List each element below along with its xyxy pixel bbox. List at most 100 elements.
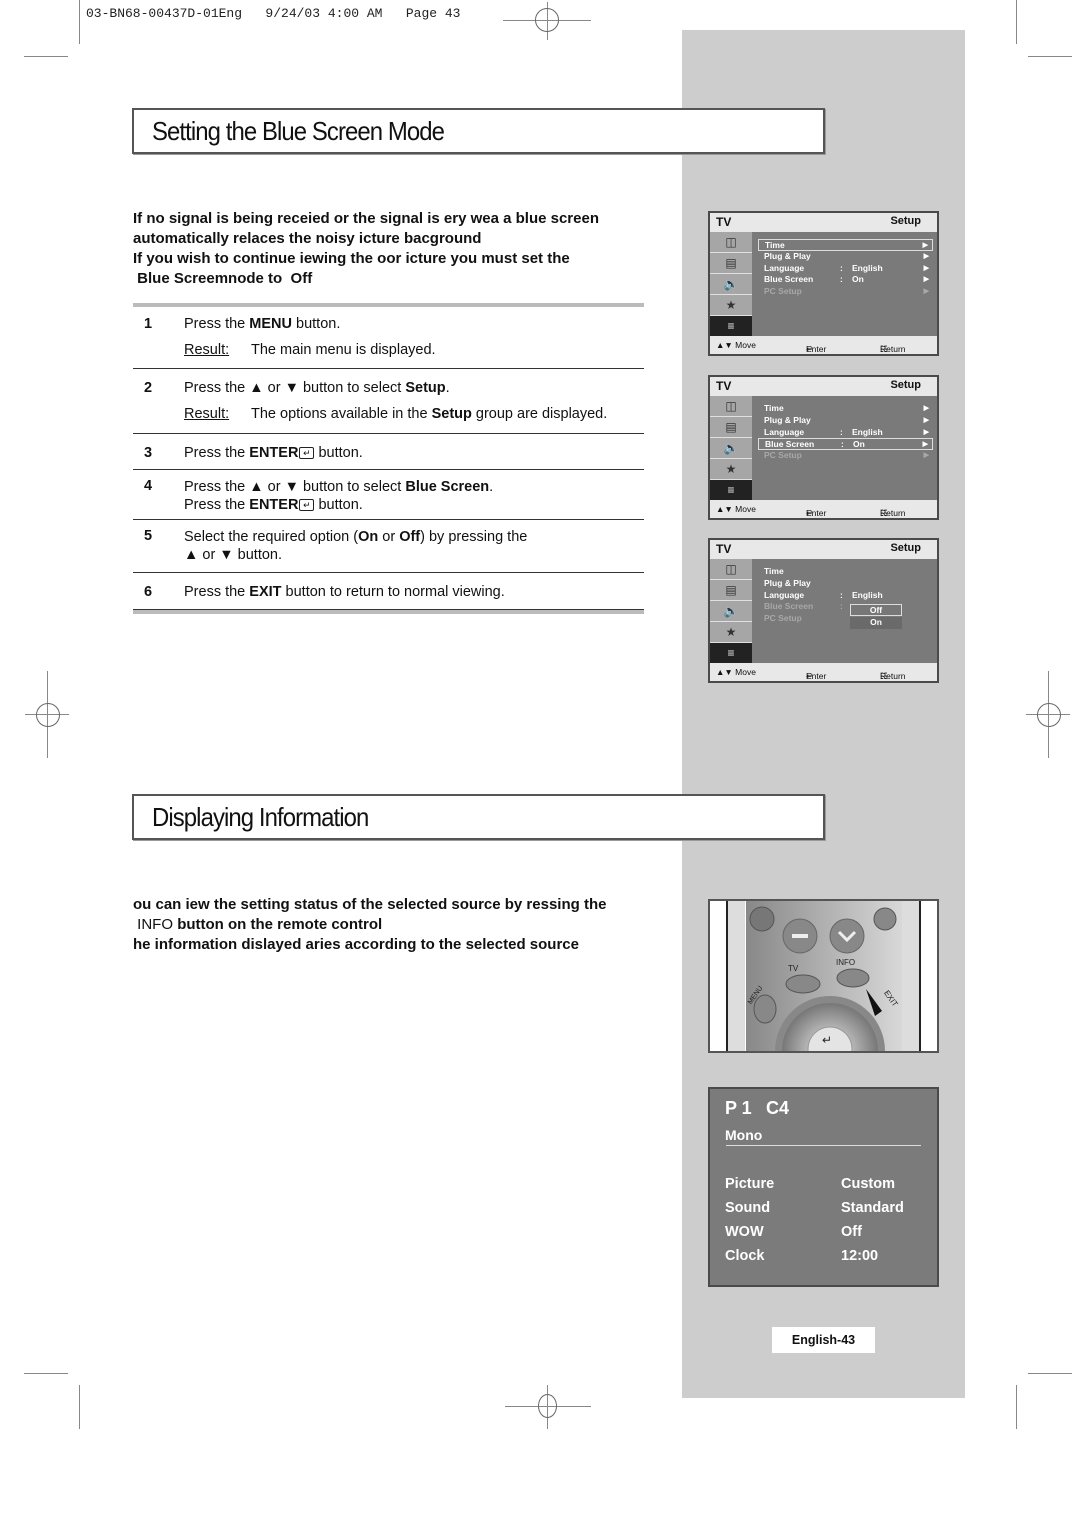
crop-mark — [1016, 1385, 1017, 1429]
arrow-right-icon: ▶ — [923, 452, 929, 460]
step-number: 4 — [144, 478, 153, 494]
info-display: P 1 C4 Mono Picture Custom Sound Standar… — [708, 1087, 939, 1287]
crop-mark — [79, 1385, 80, 1429]
osd-footer: ▲▼ Move ↵ Enter ☷ Return — [710, 336, 937, 354]
osd-item-value: English — [852, 426, 883, 437]
osd-item-pc-setup: PC Setup ▶ — [758, 450, 933, 462]
osd-item-plug-play: Plug & Play — [758, 578, 933, 590]
step: 5 Select the required option (On or Off)… — [133, 520, 644, 573]
osd-colon: : — [840, 426, 843, 437]
audio-mode: Mono — [725, 1127, 763, 1143]
osd-header: TV Setup — [710, 377, 937, 396]
enter-hint-label: Enter — [806, 671, 827, 681]
sound-icon: 🔈 — [710, 274, 752, 295]
section-title: Displaying Information — [152, 802, 369, 832]
osd-item-value: On — [853, 439, 865, 450]
result-text: The options available in the — [251, 406, 432, 422]
intro-line: automatically relaces the noisy icture b… — [133, 230, 482, 247]
enter-icon: ↵ — [299, 499, 315, 511]
mute-button — [749, 906, 775, 932]
step: 4 Press the ▲ or ▼ button to select Blue… — [133, 470, 644, 520]
steps-list: 1 Press the MENU button. Result: The main… — [133, 303, 644, 614]
return-hint-label: Return — [880, 508, 906, 518]
enter-hint-label: Enter — [806, 344, 827, 354]
section-title-box: Displaying Information — [132, 794, 825, 840]
move-hint: ▲▼ Move — [716, 340, 756, 350]
osd-item-language: Language: English — [758, 590, 933, 602]
info-label: Clock — [725, 1248, 765, 1264]
divider — [726, 1145, 921, 1146]
step-text: button. — [314, 497, 363, 513]
osd-item-label: Blue Screen — [765, 439, 815, 450]
intro-line: INFO button on the remote control — [133, 915, 693, 935]
osd-item-language: Language: English ▶ — [758, 263, 933, 275]
osd-tv-label: TV — [716, 379, 732, 393]
osd-option: Off — [850, 604, 902, 616]
osd-sidebar: ◫ ▤ 🔈 ★ ≡ — [710, 559, 752, 666]
osd-item-label: Time — [764, 566, 784, 576]
picture-icon: ▤ — [710, 580, 752, 601]
osd-item-label: PC Setup — [764, 613, 802, 624]
info-label: Picture — [725, 1176, 775, 1192]
arrow-right-icon: ▶ — [923, 288, 929, 296]
channel-number: C4 — [766, 1098, 790, 1118]
osd-item-label: Language — [764, 426, 805, 437]
enter-icon: ↵ — [822, 1033, 832, 1047]
registration-mark — [535, 8, 559, 32]
enter-icon: ↵ — [299, 447, 315, 459]
osd-colon: : — [841, 439, 844, 450]
return-hint-label: Return — [880, 344, 906, 354]
arrow-right-icon: ▶ — [923, 416, 929, 424]
osd-header: TV Setup — [710, 213, 937, 232]
osd-header: TV Setup — [710, 540, 937, 559]
result-label: Result: — [184, 406, 230, 422]
osd-item-time: Time — [758, 566, 933, 578]
osd-colon: : — [840, 262, 843, 273]
info-value: Off — [841, 1224, 862, 1240]
input-icon: ◫ — [710, 559, 752, 580]
osd-item-value: English — [852, 262, 883, 273]
intro-line-text: button on the remote control — [177, 916, 383, 933]
osd-item-plug-play: Plug & Play ▶ — [758, 415, 933, 427]
setup-icon: ≡ — [710, 643, 752, 664]
osd-item-label: PC Setup — [764, 286, 802, 297]
osd-menu: Time Plug & Play Language: English Blue S… — [758, 566, 933, 625]
osd-item-label: Time — [765, 240, 785, 250]
intro-line: ou can iew the setting status of the sel… — [133, 896, 607, 913]
step-text: Press the — [184, 445, 250, 461]
registration-mark — [36, 703, 60, 727]
step-text: ▲ or ▼ button. — [184, 547, 283, 563]
setup-icon: ≡ — [710, 480, 752, 501]
arrow-right-icon: ▶ — [923, 264, 929, 272]
registration-mark — [538, 1394, 557, 1418]
intro-line: Blue Screemnode to Off — [133, 270, 313, 287]
return-hint-label: Return — [880, 671, 906, 681]
osd-item-label: Plug & Play — [764, 577, 811, 588]
step-text: Select the required option ( — [184, 529, 359, 545]
osd-colon: : — [840, 601, 843, 612]
crop-mark — [79, 0, 80, 44]
key-name: Blue Screen — [405, 479, 490, 495]
step: 6 Press the EXIT button to return to nor… — [133, 573, 644, 610]
step-text: . — [445, 380, 450, 396]
crop-mark — [1016, 0, 1017, 44]
info-label: Sound — [725, 1200, 771, 1216]
picture-icon: ▤ — [710, 253, 752, 274]
osd-screen: TV Setup ◫ ▤ 🔈 ★ ≡ Time ▶ Plug & Play ▶ La… — [708, 375, 939, 520]
print-slug: 03-BN68-00437D-01Eng 9/24/03 4:00 AM Pag… — [86, 6, 461, 21]
arrow-right-icon: ▶ — [923, 276, 929, 284]
step-text: button. — [314, 445, 363, 461]
info-key-label: INFO — [836, 958, 855, 967]
key-name: INFO — [137, 916, 174, 933]
key-name: Setup — [431, 406, 472, 422]
osd-item-pc-setup: PC Setup ▶ — [758, 286, 933, 298]
osd-tv-label: TV — [716, 542, 732, 556]
osd-screen: TV Setup ◫ ▤ 🔈 ★ ≡ Time ▶ Plug & Play ▶ La… — [708, 211, 939, 356]
picture-icon: ▤ — [710, 417, 752, 438]
step-text: Press the ▲ or ▼ button to select — [184, 479, 406, 495]
move-hint: ▲▼ Move — [716, 504, 756, 514]
result-text: group are displayed. — [471, 406, 608, 422]
enter-hint-label: Enter — [806, 508, 827, 518]
arrow-right-icon: ▶ — [922, 441, 928, 449]
osd-item-blue-screen: Blue Screen: — [758, 601, 933, 613]
